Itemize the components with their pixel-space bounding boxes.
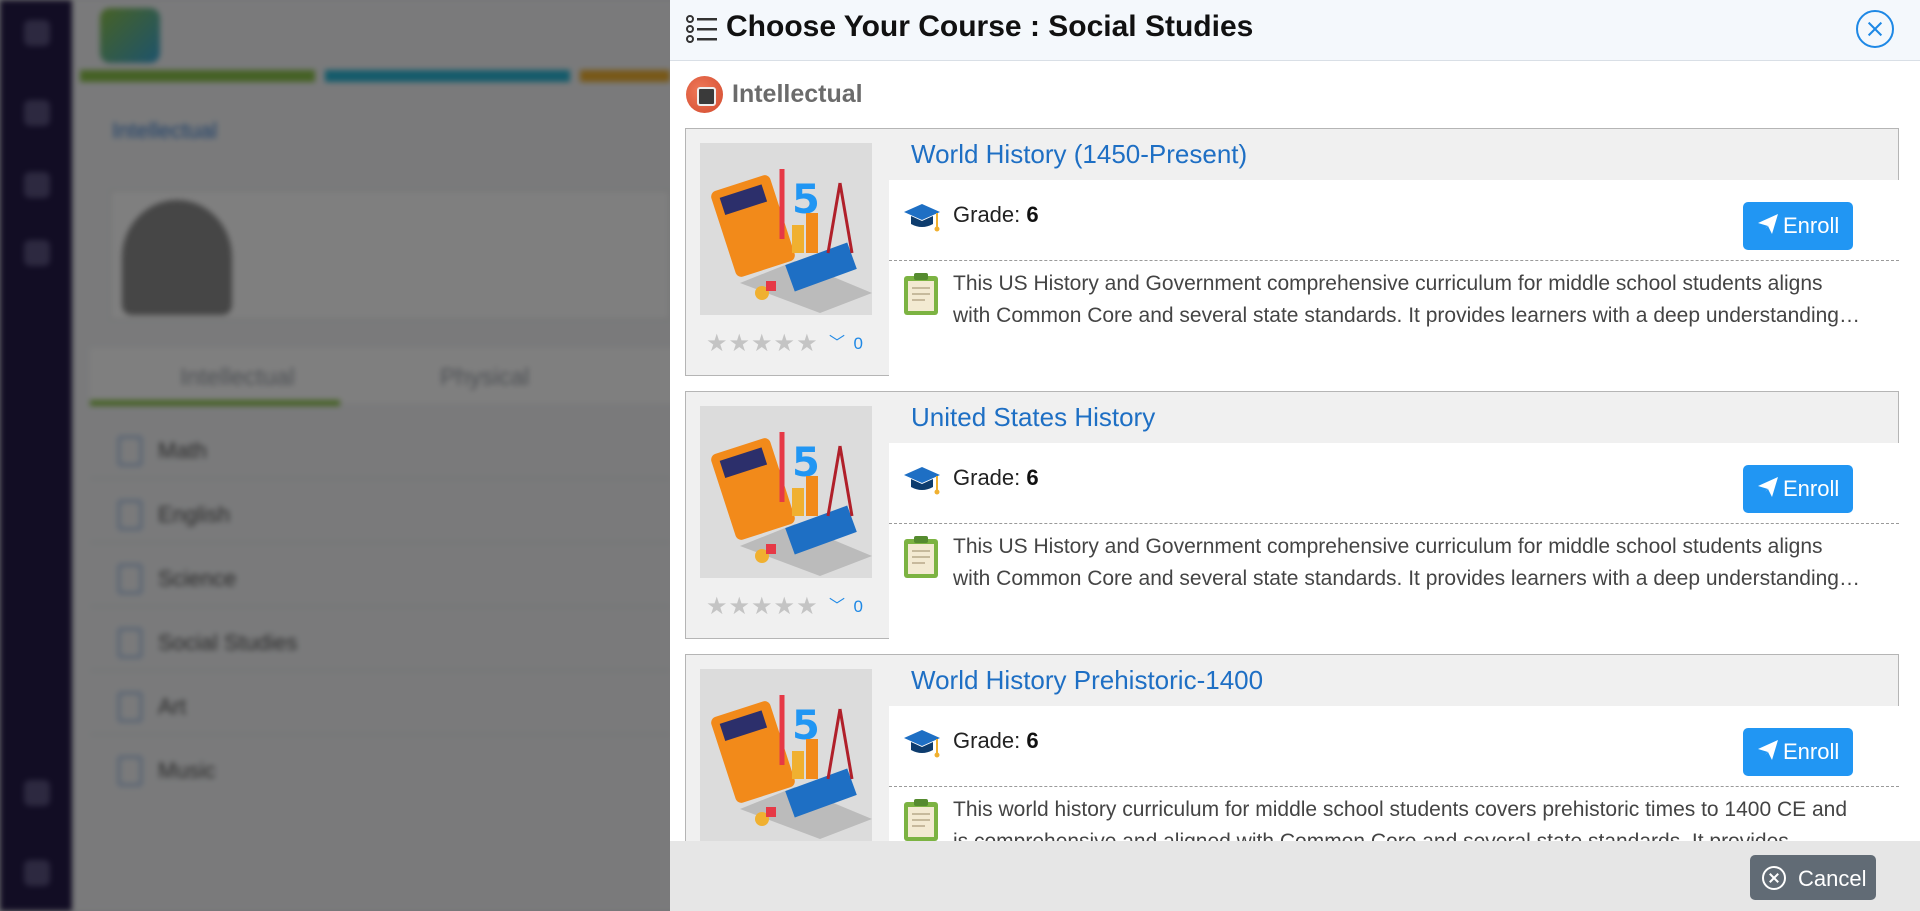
chevron-down-icon[interactable]: ﹀ — [829, 592, 845, 616]
course-thumbnail: 5 — [700, 143, 872, 315]
paper-plane-icon — [1758, 214, 1778, 234]
category-label: Intellectual — [732, 80, 863, 108]
star-icon[interactable]: ★ — [729, 592, 751, 621]
enroll-label: Enroll — [1783, 476, 1840, 501]
close-icon[interactable] — [1856, 10, 1894, 48]
paper-plane-icon — [1758, 477, 1778, 497]
course-card: 5 ★★★★★ ﹀ 0 World History (1450-Present) — [685, 128, 1899, 376]
enroll-label: Enroll — [1783, 213, 1840, 238]
modal-body[interactable]: Intellectual 5 ★★★★★ ﹀ 0 World History (… — [670, 62, 1920, 841]
star-icon[interactable]: ★ — [796, 329, 818, 358]
course-thumbnail: 5 — [700, 669, 872, 841]
course-details: Grade: 6 Enroll This world history curri… — [889, 706, 1899, 841]
course-title[interactable]: World History Prehistoric-1400 — [911, 665, 1263, 696]
course-description: This US History and Government comprehen… — [953, 535, 1863, 590]
graduation-cap-icon — [904, 467, 940, 495]
course-card: 5 ★★★★★ ﹀ 0 World History Prehistoric-14… — [685, 654, 1899, 841]
course-title[interactable]: World History (1450-Present) — [911, 139, 1247, 170]
modal-footer: Cancel — [670, 841, 1920, 911]
rating: ★★★★★ ﹀ 0 — [706, 592, 863, 620]
clipboard-icon — [904, 799, 938, 841]
star-icon[interactable]: ★ — [751, 329, 773, 358]
enroll-label: Enroll — [1783, 739, 1840, 764]
course-grade: Grade: 6 — [953, 465, 1039, 490]
course-description: This US History and Government comprehen… — [953, 272, 1863, 327]
modal-header: Choose Your Course : Social Studies — [670, 0, 1920, 61]
rating-count[interactable]: 0 — [854, 334, 863, 354]
list-icon — [686, 15, 717, 43]
graduation-cap-icon — [904, 730, 940, 758]
course-details: Grade: 6 Enroll This US History and Gove… — [889, 180, 1899, 376]
course-grade: Grade: 6 — [953, 202, 1039, 227]
divider — [889, 523, 1899, 524]
course-title[interactable]: United States History — [911, 402, 1155, 433]
cancel-label: Cancel — [1798, 866, 1867, 891]
paper-plane-icon — [1758, 740, 1778, 760]
course-details: Grade: 6 Enroll This US History and Gove… — [889, 443, 1899, 639]
close-circle-icon — [1762, 866, 1786, 890]
course-chooser-modal: Choose Your Course : Social Studies Inte… — [670, 0, 1920, 911]
clipboard-icon — [904, 536, 938, 578]
brain-icon — [686, 76, 723, 113]
course-card: 5 ★★★★★ ﹀ 0 United States History Grade:… — [685, 391, 1899, 639]
graduation-cap-icon — [904, 204, 940, 232]
star-icon[interactable]: ★ — [796, 592, 818, 621]
divider — [889, 260, 1899, 261]
enroll-button[interactable]: Enroll — [1743, 728, 1853, 776]
enroll-button[interactable]: Enroll — [1743, 465, 1853, 513]
enroll-button[interactable]: Enroll — [1743, 202, 1853, 250]
cancel-button[interactable]: Cancel — [1750, 855, 1876, 900]
course-description: This world history curriculum for middle… — [953, 798, 1848, 841]
star-icon[interactable]: ★ — [774, 592, 796, 621]
rating: ★★★★★ ﹀ 0 — [706, 329, 863, 357]
rating-count[interactable]: 0 — [854, 597, 863, 617]
star-icon[interactable]: ★ — [774, 329, 796, 358]
course-grade: Grade: 6 — [953, 728, 1039, 753]
star-icon[interactable]: ★ — [729, 329, 751, 358]
star-icon[interactable]: ★ — [706, 329, 728, 358]
star-icon[interactable]: ★ — [706, 592, 728, 621]
clipboard-icon — [904, 273, 938, 315]
modal-title: Choose Your Course : Social Studies — [726, 10, 1254, 43]
divider — [889, 786, 1899, 787]
course-thumbnail: 5 — [700, 406, 872, 578]
chevron-down-icon[interactable]: ﹀ — [829, 329, 845, 353]
star-icon[interactable]: ★ — [751, 592, 773, 621]
